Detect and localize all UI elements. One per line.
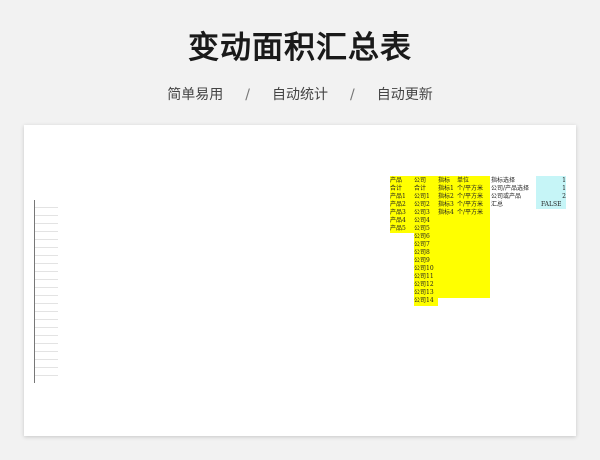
tag-separator: / bbox=[245, 87, 250, 103]
company-cell: 公司2 bbox=[414, 201, 430, 208]
unit-cell: 个/平方米 bbox=[457, 185, 484, 192]
tag-separator: / bbox=[350, 87, 355, 103]
unit-header: 单位 bbox=[457, 177, 470, 184]
company-header: 公司 bbox=[414, 177, 427, 184]
setting-label-summary: 汇总 bbox=[491, 201, 504, 208]
company-cell: 公司11 bbox=[414, 273, 434, 280]
company-cell: 公司14 bbox=[414, 297, 434, 304]
company-cell: 公司7 bbox=[414, 241, 430, 248]
feature-tags: 简单易用 / 自动统计 / 自动更新 bbox=[0, 84, 600, 104]
company-cell: 合计 bbox=[414, 185, 427, 192]
company-cell: 公司8 bbox=[414, 249, 430, 256]
company-cell: 公司6 bbox=[414, 233, 430, 240]
company-cell: 公司3 bbox=[414, 209, 430, 216]
product-cell: 产品5 bbox=[390, 225, 406, 232]
company-cell: 公司4 bbox=[414, 217, 430, 224]
company-cell: 公司13 bbox=[414, 289, 434, 296]
setting-label-company-product: 公司/产品选择 bbox=[491, 185, 530, 192]
company-cell: 公司5 bbox=[414, 225, 430, 232]
product-cell: 产品4 bbox=[390, 217, 406, 224]
setting-value-summary[interactable]: FALSE bbox=[541, 201, 561, 209]
spreadsheet-preview: 产品 合计 产品1 产品2 产品3 产品4 产品5 公司 合计 公司1 公司2 … bbox=[24, 125, 576, 436]
company-cell: 公司1 bbox=[414, 193, 430, 200]
row-grid-strip bbox=[34, 200, 58, 383]
setting-value-company-product[interactable]: 1 bbox=[558, 185, 566, 193]
indicator-header: 指标 bbox=[438, 177, 451, 184]
indicator-cell: 指标3 bbox=[438, 201, 454, 208]
unit-cell: 个/平方米 bbox=[457, 209, 484, 216]
product-cell: 合计 bbox=[390, 185, 403, 192]
setting-label-indicator: 指标选择 bbox=[491, 177, 516, 184]
company-cell: 公司12 bbox=[414, 281, 434, 288]
product-cell: 产品1 bbox=[390, 193, 406, 200]
indicator-cell: 指标1 bbox=[438, 185, 454, 192]
indicator-cell: 指标2 bbox=[438, 193, 454, 200]
setting-label-company-or-product: 公司或产品 bbox=[491, 193, 522, 200]
company-cell: 公司9 bbox=[414, 257, 430, 264]
product-cell: 产品3 bbox=[390, 209, 406, 216]
unit-cell: 个/平方米 bbox=[457, 193, 484, 200]
indicator-cell: 指标4 bbox=[438, 209, 454, 216]
setting-value-company-or-product[interactable]: 2 bbox=[558, 193, 566, 201]
company-cell: 公司10 bbox=[414, 265, 434, 272]
unit-cell: 个/平方米 bbox=[457, 201, 484, 208]
product-header: 产品 bbox=[390, 177, 403, 184]
page-title: 变动面积汇总表 bbox=[188, 30, 412, 66]
product-cell: 产品2 bbox=[390, 201, 406, 208]
setting-value-indicator[interactable]: 1 bbox=[558, 177, 566, 185]
tag-auto-stats: 自动统计 bbox=[272, 87, 328, 103]
tag-auto-update: 自动更新 bbox=[376, 87, 433, 103]
tag-easy: 简单易用 bbox=[167, 87, 224, 103]
